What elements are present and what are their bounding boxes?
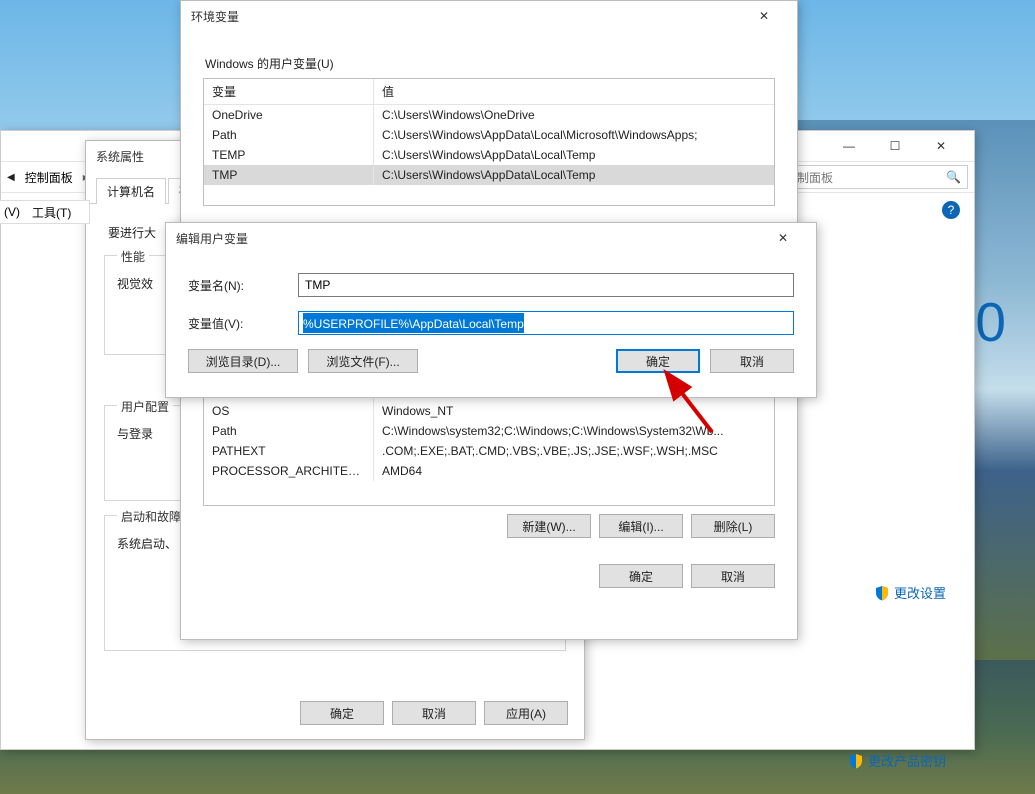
back-icon[interactable]: ◀ [7, 172, 15, 183]
delete-button[interactable]: 删除(L) [691, 514, 775, 538]
search-input[interactable]: 控制面板 🔍 [778, 165, 968, 189]
menu-item[interactable]: (V) [4, 205, 20, 219]
dialog-title: 系统属性 [96, 148, 144, 165]
col-header-val[interactable]: 值 [374, 79, 774, 104]
dialog-titlebar: 编辑用户变量 ✕ [166, 223, 816, 253]
edit-user-variable-dialog: 编辑用户变量 ✕ 变量名(N): 变量值(V): %USERPROFILE%\A… [165, 222, 817, 398]
ok-button[interactable]: 确定 [300, 701, 384, 725]
change-product-key-link[interactable]: 更改产品密钥 [848, 751, 946, 770]
table-row[interactable]: OneDriveC:\Users\Windows\OneDrive [204, 105, 774, 125]
table-row[interactable]: TEMPC:\Users\Windows\AppData\Local\Temp [204, 145, 774, 165]
browse-file-button[interactable]: 浏览文件(F)... [308, 349, 418, 373]
group-title: 启动和故障 [117, 508, 185, 525]
new-button[interactable]: 新建(W)... [507, 514, 591, 538]
menubar-fragment: (V) 工具(T) [0, 200, 90, 224]
group-title: 用户配置 [117, 398, 173, 415]
var-name-label: 变量名(N): [188, 277, 298, 294]
user-vars-label: Windows 的用户变量(U) [205, 55, 775, 72]
link-label: 更改设置 [894, 583, 946, 602]
link-label: 更改产品密钥 [868, 751, 946, 770]
system-vars-table[interactable]: NUMBER_OF_PROCESSORS4OSWindows_NTPathC:\… [203, 380, 775, 506]
close-button[interactable]: ✕ [760, 223, 806, 253]
dialog-title: 环境变量 [191, 8, 239, 25]
cancel-button[interactable]: 取消 [691, 564, 775, 588]
selected-text: %USERPROFILE%\AppData\Local\Temp [303, 313, 524, 333]
close-button[interactable]: ✕ [741, 1, 787, 31]
var-value-label: 变量值(V): [188, 315, 298, 332]
help-icon[interactable]: ? [942, 201, 960, 219]
group-title: 性能 [117, 248, 149, 265]
table-row[interactable]: TMPC:\Users\Windows\AppData\Local\Temp [204, 165, 774, 185]
ok-button[interactable]: 确定 [616, 349, 700, 373]
dialog-titlebar: 环境变量 ✕ [181, 1, 797, 31]
table-row[interactable]: OSWindows_NT [204, 401, 774, 421]
apply-button[interactable]: 应用(A) [484, 701, 568, 725]
shield-icon [874, 585, 890, 601]
minimize-button[interactable]: — [826, 131, 872, 161]
col-header-var[interactable]: 变量 [204, 79, 374, 104]
shield-icon [848, 753, 864, 769]
cancel-button[interactable]: 取消 [392, 701, 476, 725]
user-vars-table[interactable]: 变量 值 OneDriveC:\Users\Windows\OneDrivePa… [203, 78, 775, 206]
browse-directory-button[interactable]: 浏览目录(D)... [188, 349, 298, 373]
table-header: 变量 值 [204, 79, 774, 105]
dialog-title: 编辑用户变量 [176, 230, 248, 247]
menu-item[interactable]: 工具(T) [32, 204, 71, 221]
search-icon: 🔍 [946, 170, 961, 184]
tab-computer-name[interactable]: 计算机名 [96, 178, 166, 204]
table-row[interactable]: PATHEXT.COM;.EXE;.BAT;.CMD;.VBS;.VBE;.JS… [204, 441, 774, 461]
maximize-button[interactable]: ☐ [872, 131, 918, 161]
change-settings-link[interactable]: 更改设置 [874, 583, 946, 602]
var-value-input[interactable]: %USERPROFILE%\AppData\Local\Temp [298, 311, 794, 335]
table-row[interactable]: PROCESSOR_ARCHITECT...AMD64 [204, 461, 774, 481]
cancel-button[interactable]: 取消 [710, 349, 794, 373]
ok-button[interactable]: 确定 [599, 564, 683, 588]
breadcrumb-item[interactable]: 控制面板 [19, 167, 79, 188]
edit-button[interactable]: 编辑(I)... [599, 514, 683, 538]
var-name-input[interactable] [298, 273, 794, 297]
close-button[interactable]: ✕ [918, 131, 964, 161]
table-row[interactable]: PathC:\Windows\system32;C:\Windows;C:\Wi… [204, 421, 774, 441]
table-row[interactable]: PathC:\Users\Windows\AppData\Local\Micro… [204, 125, 774, 145]
